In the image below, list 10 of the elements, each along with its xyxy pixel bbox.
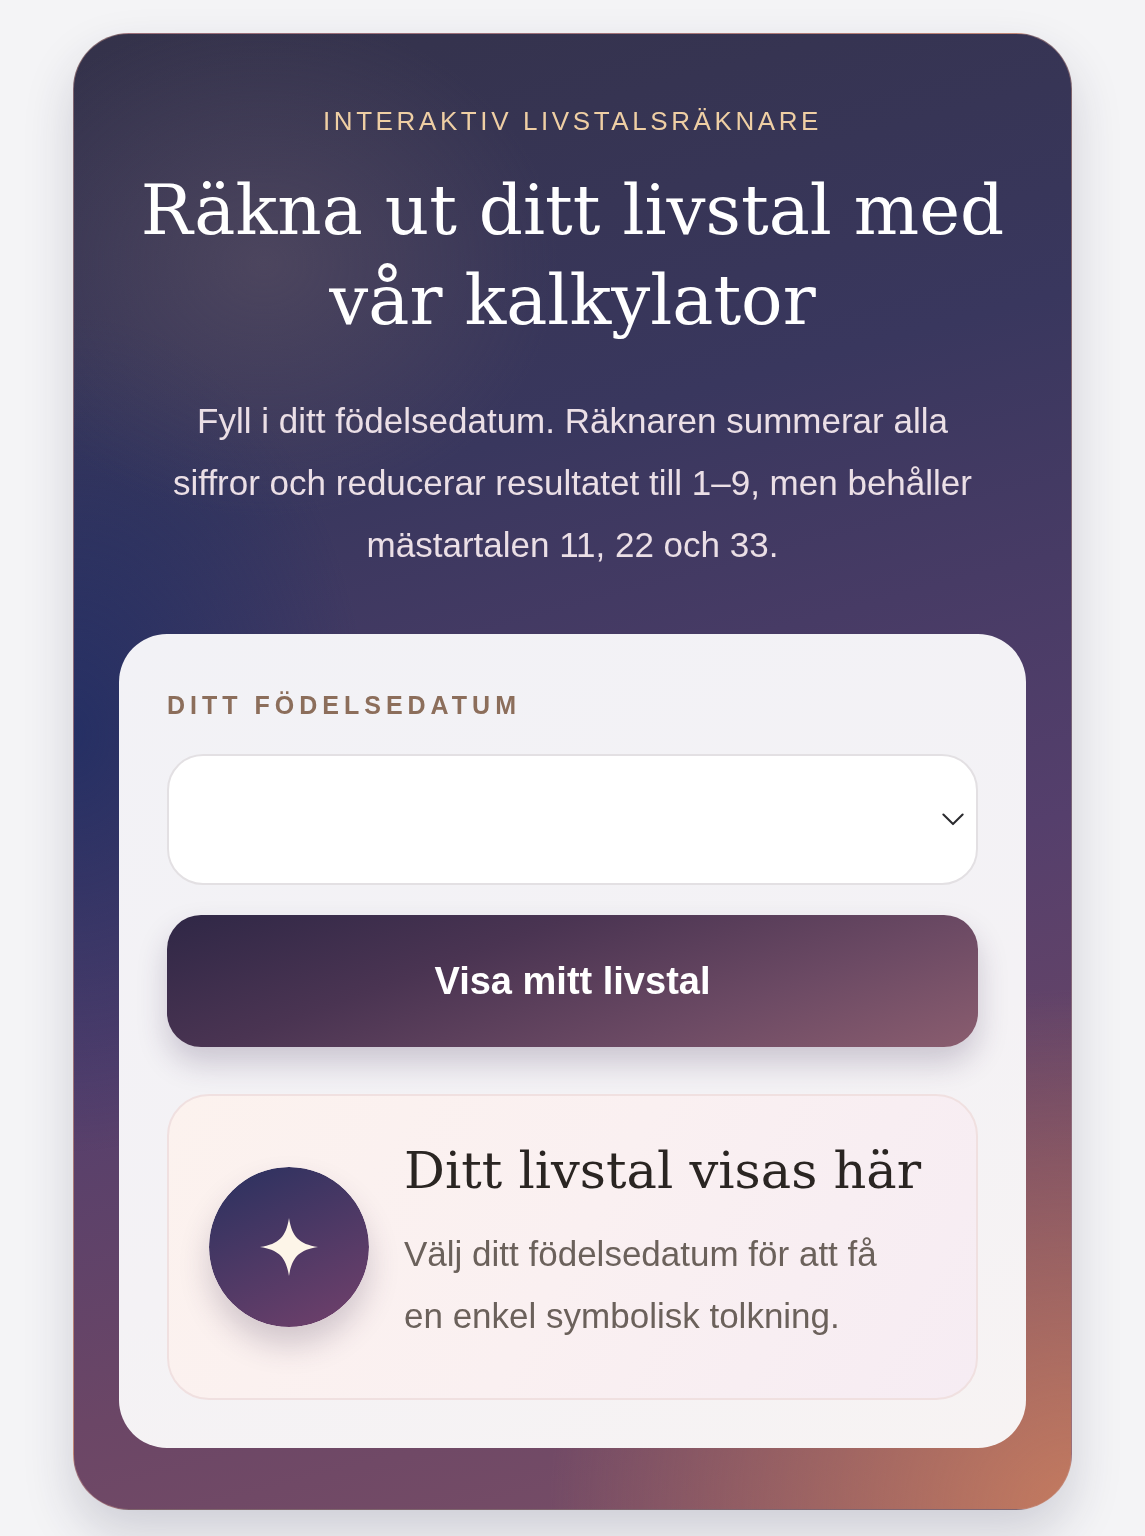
field-label: DITT FÖDELSEDATUM — [167, 690, 521, 721]
sparkle-icon — [209, 1167, 369, 1327]
date-select[interactable] — [167, 754, 978, 885]
eyebrow-label: INTERAKTIV LIVSTALSRÄKNARE — [322, 105, 823, 137]
result-text: Välj ditt födelsedatum för att få en enkel symbolisk tolkning. — [404, 1233, 878, 1337]
intro-text: Fyll i ditt födelsedatum. Räknaren summerar alla siffror och reducerar resultatet till 1–9, men behåller mästartalen 11, 22 och 33. — [172, 400, 973, 566]
page-title: Räkna ut ditt livstal med vår kalkylator — [139, 169, 1006, 342]
result-heading: Ditt livstal visas här — [404, 1140, 923, 1202]
submit-button[interactable]: Visa mitt livstal — [167, 915, 978, 1047]
chevron-down-icon — [942, 813, 964, 826]
